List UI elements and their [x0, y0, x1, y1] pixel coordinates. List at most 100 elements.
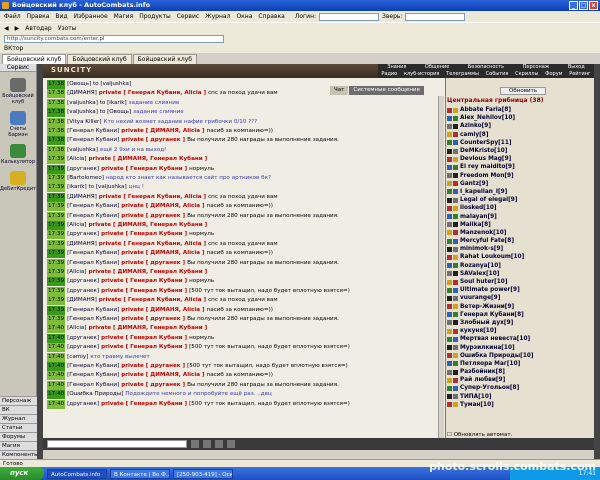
user-name[interactable]: Петляора Маг[10]: [460, 361, 520, 367]
message-time[interactable]: 17:39: [47, 286, 66, 296]
clan-icon[interactable]: [453, 156, 458, 162]
clan-icon[interactable]: [453, 197, 458, 203]
user-name[interactable]: Ошибка Природы[10]: [460, 353, 534, 359]
message-author[interactable]: [Генерал Кубани]: [67, 128, 119, 134]
user-name[interactable]: Rozanya[10]: [460, 263, 501, 269]
message-author[interactable]: [Овощь] to [valjushka]: [67, 81, 131, 87]
message-time[interactable]: 17:39: [47, 155, 66, 165]
menu-view[interactable]: Вид: [55, 13, 67, 20]
message-time[interactable]: 17:39: [47, 296, 66, 306]
clan-icon[interactable]: [453, 320, 458, 326]
user-name[interactable]: malayan[9]: [460, 214, 497, 220]
clan-icon[interactable]: [453, 173, 458, 179]
user-name[interactable]: Azinko[9]: [460, 123, 491, 129]
private-icon[interactable]: [447, 222, 452, 228]
private-icon[interactable]: [447, 402, 452, 408]
private-icon[interactable]: [447, 115, 452, 121]
message-time[interactable]: 17:38: [47, 117, 66, 127]
tab-3[interactable]: Бойцовский клуб: [132, 54, 197, 64]
message-time[interactable]: 17:40: [47, 352, 66, 362]
user-list-item[interactable]: Abbate Faria[8]: [447, 106, 587, 114]
clan-icon[interactable]: [453, 115, 458, 121]
message-author[interactable]: [ДИМАНЯ]: [67, 241, 97, 247]
tab-2[interactable]: Бойцовский клуб: [67, 54, 132, 64]
private-icon[interactable]: [447, 107, 452, 113]
message-author[interactable]: [Alicia]: [67, 325, 86, 331]
user-list-item[interactable]: liosked[10]: [447, 204, 587, 212]
autodar-button[interactable]: Автодар: [25, 25, 51, 32]
uzoty-button[interactable]: Узоты: [58, 25, 77, 32]
message-author[interactable]: [ДИМАНЯ]: [67, 297, 97, 303]
message-time[interactable]: 17:38: [47, 145, 66, 155]
user-list-item[interactable]: Злобный дух[9]: [447, 319, 587, 327]
user-list-item[interactable]: vuurange[9]: [447, 294, 587, 302]
clan-icon[interactable]: [453, 345, 458, 351]
message-time[interactable]: 17:39: [47, 239, 66, 249]
message-author[interactable]: [друганек]: [67, 401, 99, 407]
user-name[interactable]: Legal of elegal[9]: [460, 197, 517, 203]
message-author[interactable]: [друганек]: [67, 344, 99, 350]
filter-button[interactable]: [227, 440, 235, 448]
user-name[interactable]: Gantz[9]: [460, 181, 488, 187]
message-time[interactable]: 17:38: [47, 89, 66, 99]
menu-service[interactable]: Сервис: [177, 13, 199, 20]
user-list-item[interactable]: Туман[10]: [447, 401, 587, 409]
user-name[interactable]: Злобный дух[9]: [460, 320, 513, 326]
user-list-item[interactable]: Alex_Nehilov[10]: [447, 114, 587, 122]
message-time[interactable]: 17:40: [47, 362, 66, 371]
user-list-item[interactable]: Gantz[9]: [447, 180, 587, 188]
refresh-button[interactable]: Обновить: [500, 87, 546, 95]
private-icon[interactable]: [447, 238, 452, 244]
message-author[interactable]: [ДИМАНЯ]: [67, 90, 97, 96]
clan-icon[interactable]: [453, 222, 458, 228]
message-time[interactable]: 17:40: [47, 399, 66, 409]
message-time[interactable]: 17:39: [47, 258, 66, 268]
message-time[interactable]: 17:38: [47, 108, 66, 118]
message-time[interactable]: 17:39: [47, 211, 66, 221]
clan-icon[interactable]: [453, 295, 458, 301]
private-icon[interactable]: [447, 345, 452, 351]
private-icon[interactable]: [447, 189, 452, 195]
user-name[interactable]: Мертвая невеста[10]: [460, 336, 530, 342]
user-list-item[interactable]: Mercyful Fate[8]: [447, 237, 587, 245]
message-author[interactable]: [Генерал Кубани]: [67, 363, 119, 369]
message-author[interactable]: [Генерал Кубани]: [67, 137, 119, 143]
user-list-item[interactable]: Rozanya[10]: [447, 262, 587, 270]
user-name[interactable]: Супер-Угольон[8]: [460, 385, 519, 391]
user-list-item[interactable]: Генерал Кубани[8]: [447, 311, 587, 319]
taskbar-item-1[interactable]: AutoCombats.info: [47, 468, 107, 479]
clan-icon[interactable]: [453, 263, 458, 269]
user-name[interactable]: Freedom Mon[9]: [460, 173, 514, 179]
user-name[interactable]: Rahat Loukoum[10]: [460, 254, 524, 260]
sidebar-link-forums[interactable]: Форумы: [0, 432, 37, 441]
clan-icon[interactable]: [453, 369, 458, 375]
user-name[interactable]: camiy[8]: [460, 132, 489, 138]
private-icon[interactable]: [447, 336, 452, 342]
private-icon[interactable]: [447, 230, 452, 236]
message-author[interactable]: [Генерал Кубани]: [67, 213, 119, 219]
user-name[interactable]: Мурзилкина[10]: [460, 345, 515, 351]
user-list-item[interactable]: Мертвая невеста[10]: [447, 335, 587, 343]
user-list-item[interactable]: Ultimate power[9]: [447, 286, 587, 294]
user-list-item[interactable]: Manzenok[10]: [447, 229, 587, 237]
message-time[interactable]: 17:39: [47, 305, 66, 315]
private-icon[interactable]: [447, 312, 452, 318]
private-icon[interactable]: [447, 181, 452, 187]
message-author[interactable]: [ДИМАНЯ]: [67, 194, 97, 200]
nav-exit[interactable]: Выход: [568, 64, 585, 71]
clan-icon[interactable]: [453, 287, 458, 293]
clan-icon[interactable]: [453, 123, 458, 129]
message-time[interactable]: 17:40: [47, 333, 66, 343]
user-list-item[interactable]: malayan[9]: [447, 212, 587, 220]
nav-telegrams[interactable]: Телеграммы: [446, 71, 479, 78]
message-author[interactable]: [друганек]: [67, 231, 99, 237]
message-time[interactable]: 17:39: [47, 183, 66, 193]
sidebar-link-magic[interactable]: Магия: [0, 441, 37, 450]
start-button[interactable]: пуск: [0, 467, 44, 480]
private-icon[interactable]: [447, 156, 452, 162]
user-name[interactable]: SAValex[10]: [460, 271, 499, 277]
message-author[interactable]: [Ошибка Природы]: [67, 391, 123, 397]
message-author[interactable]: [ikarik] to [valjushka]: [67, 184, 127, 190]
nav-rating[interactable]: Рейтинг: [569, 71, 590, 78]
menu-edit[interactable]: Правка: [27, 13, 50, 20]
